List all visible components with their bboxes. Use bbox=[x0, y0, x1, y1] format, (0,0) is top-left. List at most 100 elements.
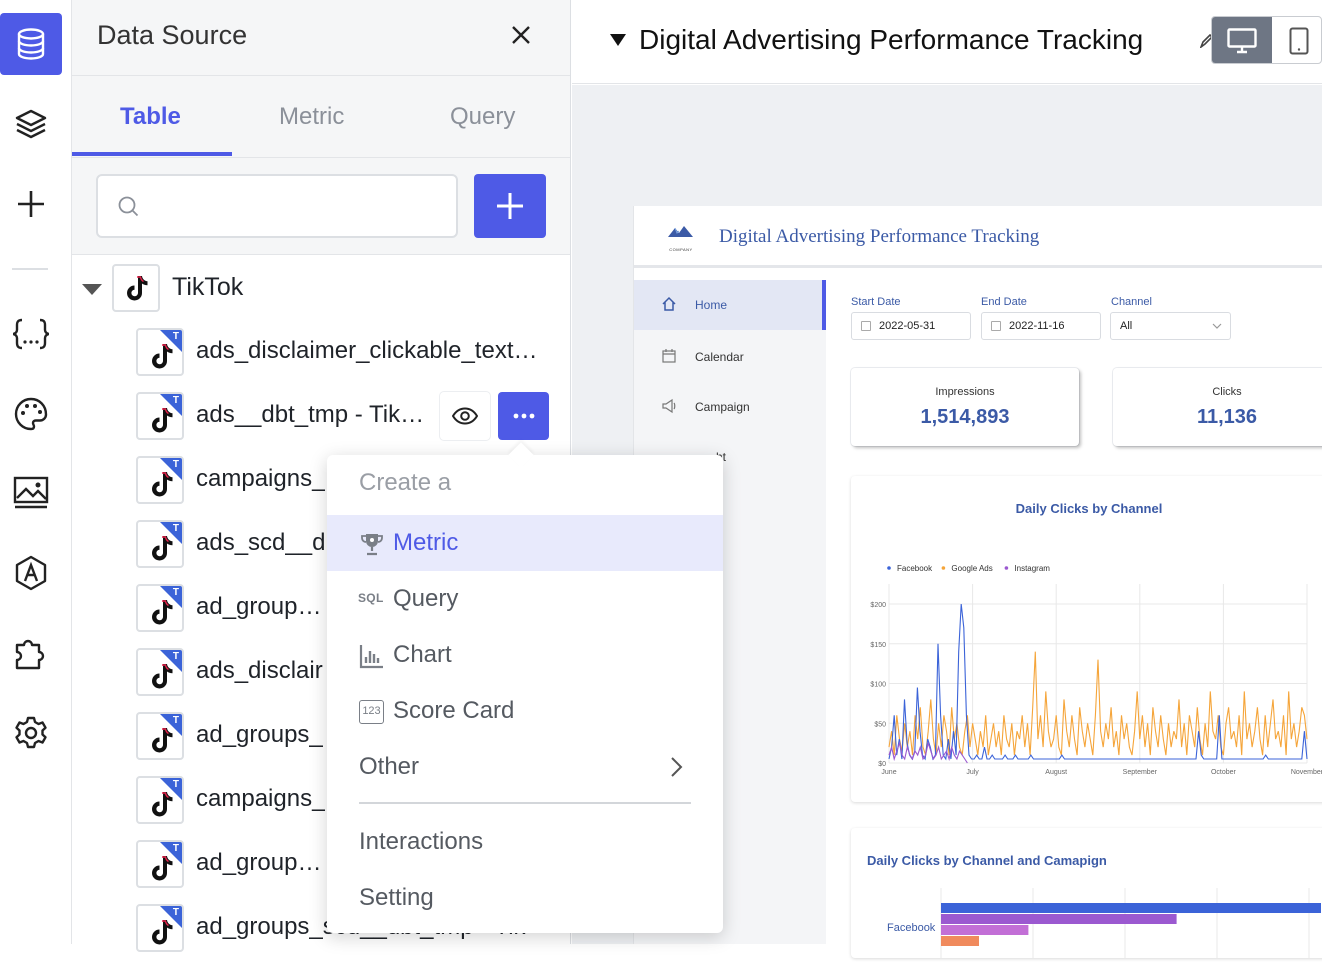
chevron-down-icon bbox=[1212, 323, 1222, 329]
chevron-right-icon bbox=[671, 757, 683, 777]
theme-icon bbox=[15, 555, 47, 591]
theme-rail-button[interactable] bbox=[0, 542, 62, 604]
nav-campaign[interactable]: Campaign bbox=[634, 382, 826, 432]
layers-icon bbox=[15, 109, 47, 139]
x-tick-label: November bbox=[1291, 769, 1322, 776]
tiktok-table-icon: T bbox=[136, 776, 184, 824]
table-row-label: ads_disclaimer_clickable_text… bbox=[196, 337, 538, 364]
table-row-label: ads__dbt_tmp - Tik… bbox=[196, 401, 425, 428]
menu-item-setting[interactable]: Setting bbox=[359, 884, 434, 912]
add-table-button[interactable] bbox=[474, 174, 546, 238]
more-icon bbox=[513, 413, 534, 419]
series-line bbox=[888, 651, 1308, 756]
tab-metric[interactable]: Metric bbox=[279, 103, 344, 131]
chart-title: Daily Clicks by Channel bbox=[1016, 501, 1163, 516]
plus-icon bbox=[497, 193, 523, 219]
table-row-label: ads_disclair bbox=[196, 657, 323, 684]
layers-rail-button[interactable] bbox=[0, 93, 62, 155]
desktop-icon bbox=[1227, 28, 1257, 54]
x-tick-label: August bbox=[1045, 769, 1067, 776]
search-input[interactable] bbox=[152, 194, 442, 217]
tablet-view-button[interactable] bbox=[1274, 17, 1321, 63]
search-icon bbox=[118, 196, 139, 217]
data-source-rail-button[interactable] bbox=[0, 13, 62, 75]
nav-home-label: Home bbox=[695, 298, 728, 312]
trophy-icon bbox=[361, 534, 383, 556]
image-rail-button[interactable] bbox=[0, 462, 62, 524]
scorecard-icon: 123 bbox=[359, 700, 384, 724]
x-tick-label: September bbox=[1123, 769, 1158, 776]
plus-icon bbox=[18, 191, 44, 217]
chart2-category-label: Facebook bbox=[887, 922, 936, 934]
company-logo-text: COMPANY bbox=[669, 247, 693, 252]
sql-icon: SQL bbox=[358, 591, 384, 605]
menu-item-label: Metric bbox=[393, 529, 459, 556]
menu-item-score-card[interactable]: 123 Score Card bbox=[327, 683, 723, 739]
y-tick-label: $50 bbox=[874, 721, 886, 728]
menu-item-chart[interactable]: Chart bbox=[327, 627, 723, 683]
palette-rail-button[interactable] bbox=[0, 383, 62, 445]
end-date-input[interactable]: 2022-11-16 bbox=[981, 312, 1101, 340]
table-row[interactable]: Tads_disclaimer_clickable_text… bbox=[136, 328, 556, 376]
channel-select[interactable]: All bbox=[1110, 312, 1231, 340]
tab-query[interactable]: Query bbox=[450, 103, 515, 131]
dashboard-title: Digital Advertising Performance Tracking bbox=[719, 226, 1040, 247]
menu-item-label: Score Card bbox=[393, 697, 515, 724]
image-icon bbox=[13, 476, 49, 509]
tab-table[interactable]: Table bbox=[120, 103, 181, 131]
tiktok-table-icon: T bbox=[136, 456, 184, 504]
add-rail-button[interactable] bbox=[0, 173, 62, 235]
table-row-label: ads_scd__d bbox=[196, 529, 326, 556]
y-tick-label: $150 bbox=[870, 642, 886, 649]
more-options-button[interactable] bbox=[498, 392, 549, 440]
tiktok-table-icon: T bbox=[136, 712, 184, 760]
menu-item-query[interactable]: SQL Query bbox=[327, 571, 723, 627]
x-tick-label: June bbox=[881, 769, 896, 776]
caret-down-icon[interactable] bbox=[610, 34, 626, 46]
page-title[interactable]: Digital Advertising Performance Tracking bbox=[639, 24, 1143, 56]
close-panel-button[interactable] bbox=[508, 22, 534, 48]
menu-divider bbox=[359, 802, 691, 804]
nav-calendar[interactable]: Calendar bbox=[634, 332, 826, 382]
menu-item-other[interactable]: Other bbox=[327, 739, 723, 795]
tiktok-table-icon: T bbox=[136, 520, 184, 568]
kpi-value: 1,514,893 bbox=[920, 406, 1010, 428]
home-icon bbox=[662, 296, 676, 311]
caret-down-icon[interactable] bbox=[82, 284, 102, 295]
y-tick-label: $200 bbox=[870, 602, 886, 609]
bar bbox=[941, 903, 1321, 913]
menu-item-interactions[interactable]: Interactions bbox=[359, 828, 483, 856]
tiktok-table-icon: T bbox=[136, 392, 184, 440]
tree-group-tiktok[interactable]: TikTok bbox=[72, 264, 570, 312]
kpi-label: Impressions bbox=[935, 386, 995, 398]
calendar-icon bbox=[861, 321, 871, 331]
end-date-value: 2022-11-16 bbox=[1009, 320, 1065, 332]
nav-calendar-label: Calendar bbox=[695, 350, 744, 364]
legend-label: Google Ads bbox=[951, 564, 992, 573]
start-date-label: Start Date bbox=[851, 296, 901, 308]
settings-rail-button[interactable] bbox=[0, 702, 62, 764]
preview-button[interactable] bbox=[440, 392, 490, 440]
canvas-header: Digital Advertising Performance Tracking bbox=[572, 0, 1322, 84]
search-box[interactable] bbox=[96, 174, 458, 238]
variables-rail-button[interactable] bbox=[0, 303, 62, 365]
kpi-value: 11,136 bbox=[1196, 406, 1258, 428]
bar bbox=[941, 925, 1029, 935]
nav-home[interactable]: Home bbox=[634, 280, 826, 330]
tablet-icon bbox=[1289, 27, 1309, 55]
kpi-clicks: Clicks 11,136 bbox=[1113, 368, 1322, 446]
left-rail bbox=[0, 0, 72, 944]
tiktok-logo-icon bbox=[112, 264, 160, 312]
menu-header: Create a bbox=[359, 469, 452, 496]
desktop-view-button[interactable] bbox=[1212, 17, 1272, 63]
legend-label: Instagram bbox=[1014, 564, 1050, 573]
rail-divider bbox=[12, 268, 48, 270]
plugins-rail-button[interactable] bbox=[0, 622, 62, 684]
menu-item-metric[interactable]: Metric bbox=[327, 515, 723, 571]
legend-marker bbox=[941, 566, 946, 570]
start-date-input[interactable]: 2022-05-31 bbox=[851, 312, 971, 340]
x-tick-label: July bbox=[966, 769, 979, 776]
gear-icon bbox=[15, 716, 47, 749]
create-context-menu: Create a Metric SQL Query Chart 123 Scor… bbox=[327, 442, 723, 933]
tiktok-table-icon: T bbox=[136, 904, 184, 952]
